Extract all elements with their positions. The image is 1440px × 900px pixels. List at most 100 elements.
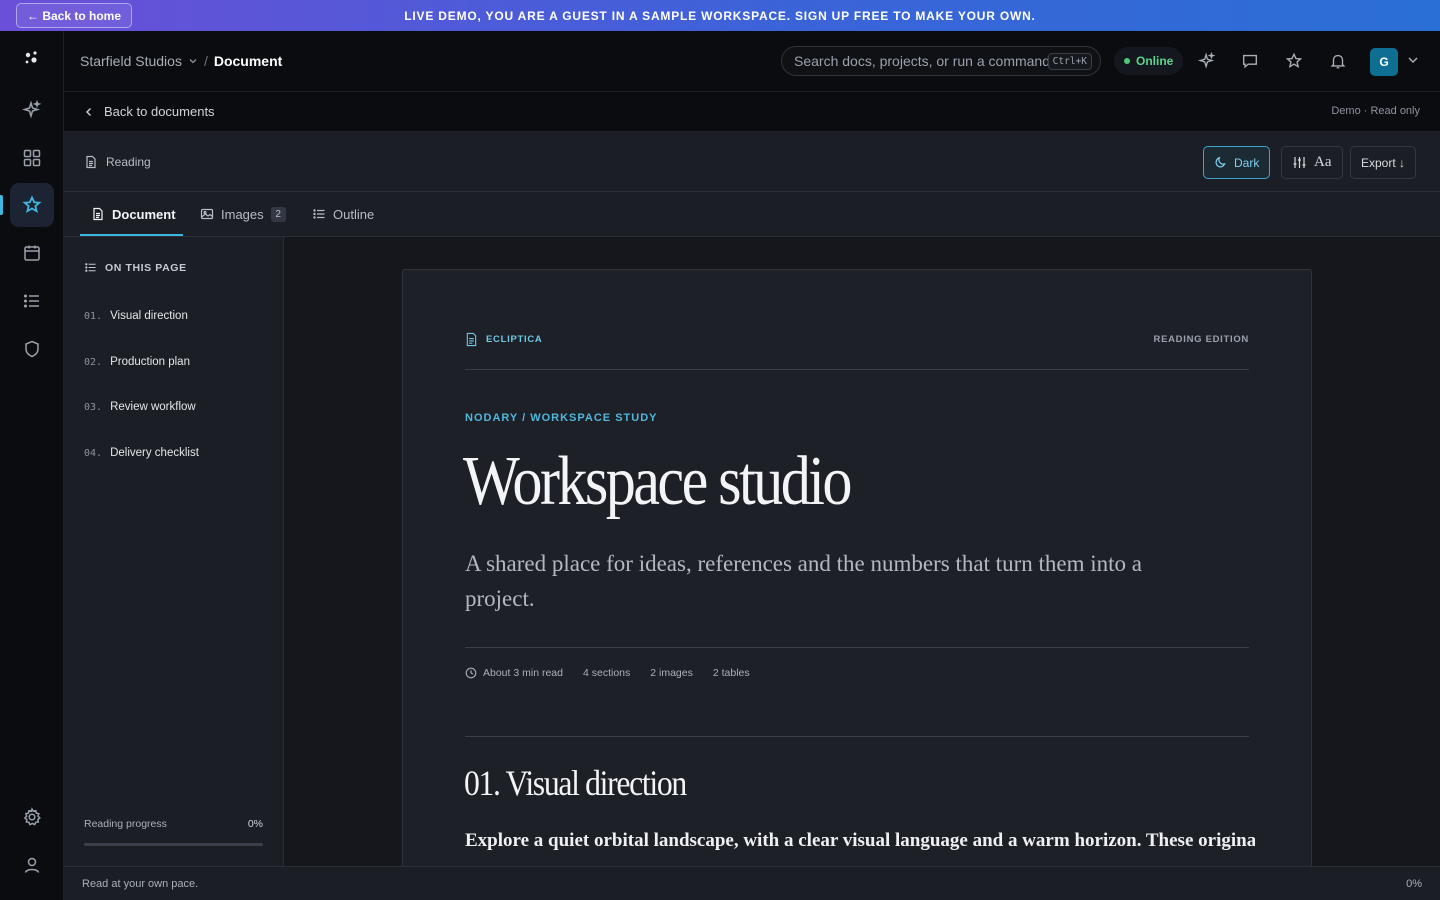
outline-item-label: Review workflow bbox=[110, 401, 196, 413]
sliders-icon bbox=[1293, 157, 1306, 168]
tab-document[interactable]: Document bbox=[91, 192, 176, 236]
tab-document-label: Document bbox=[112, 206, 176, 222]
search-input[interactable]: Search docs, projects, or run a command … bbox=[781, 46, 1101, 76]
document-lede: A shared place for ideas, references and… bbox=[465, 551, 1142, 611]
settings-gear-icon[interactable] bbox=[10, 795, 54, 839]
images-count-badge: 2 bbox=[270, 206, 286, 222]
chevron-left-icon bbox=[86, 107, 91, 116]
status-footer: Read at your own pace. 0% bbox=[64, 866, 1440, 900]
breadcrumb-current-page: Document bbox=[213, 53, 283, 69]
active-tab-underline bbox=[80, 234, 183, 236]
outline-item-number: 03. bbox=[84, 402, 103, 413]
status-text: Online bbox=[1136, 54, 1174, 68]
ai-sparkle-icon[interactable] bbox=[1195, 49, 1219, 73]
read-time-text: About 3 min read bbox=[483, 667, 563, 679]
dark-theme-label: Dark bbox=[1234, 155, 1260, 170]
outline-item-number: 01. bbox=[84, 311, 103, 322]
comment-icon[interactable] bbox=[1238, 49, 1262, 73]
breadcrumb-workspace[interactable]: Starfield Studios bbox=[80, 53, 182, 69]
reading-progress-label: Reading progress bbox=[84, 818, 167, 830]
images-count: 2 images bbox=[650, 667, 693, 679]
online-dot-icon bbox=[1124, 58, 1130, 64]
divider bbox=[465, 647, 1249, 648]
outline-item[interactable]: 03. Review workflow bbox=[84, 401, 196, 413]
clock-icon bbox=[465, 667, 477, 679]
tab-outline-label: Outline bbox=[333, 206, 375, 222]
dark-theme-button[interactable]: Dark bbox=[1203, 146, 1271, 179]
back-to-documents-link[interactable]: Back to documents bbox=[84, 92, 215, 131]
document-icon bbox=[93, 207, 103, 221]
export-button[interactable]: Export ↓ bbox=[1350, 146, 1417, 179]
app-rail bbox=[0, 31, 64, 900]
breadcrumb-separator: / bbox=[203, 53, 208, 69]
list-icon[interactable] bbox=[10, 279, 54, 323]
reading-edition-label: READING EDITION bbox=[1153, 334, 1249, 345]
document-icon bbox=[86, 155, 96, 169]
demo-banner: ← Back to home LIVE DEMO, YOU ARE A GUES… bbox=[0, 0, 1440, 31]
bell-icon[interactable] bbox=[1326, 49, 1350, 73]
outline-item[interactable]: 02. Production plan bbox=[84, 356, 190, 368]
user-profile-icon[interactable] bbox=[10, 843, 54, 887]
sparkle-icon[interactable] bbox=[10, 88, 54, 132]
rail-active-indicator bbox=[0, 195, 3, 215]
typography-label: Aa bbox=[1314, 154, 1332, 170]
document-meta: About 3 min read 4 sections 2 images 2 t… bbox=[465, 667, 750, 679]
document-page: ECLIPTICA READING EDITION NODARY / WORKS… bbox=[402, 269, 1312, 866]
grid-icon[interactable] bbox=[10, 136, 54, 180]
sections-count: 4 sections bbox=[582, 667, 631, 679]
reading-progress-value: 0% bbox=[247, 818, 263, 830]
reader-toolbar: Reading Dark Aa Export ↓ bbox=[64, 132, 1440, 192]
read-time: About 3 min read bbox=[465, 667, 563, 679]
app-logo-icon[interactable] bbox=[10, 36, 54, 80]
demo-banner-text: LIVE DEMO, YOU ARE A GUEST IN A SAMPLE W… bbox=[404, 8, 1036, 23]
outline-item-label: Delivery checklist bbox=[110, 447, 199, 459]
outline-item[interactable]: 01. Visual direction bbox=[84, 310, 188, 322]
document-brand-label: ECLIPTICA bbox=[486, 334, 543, 345]
document-kicker: NODARY / WORKSPACE STUDY bbox=[465, 412, 658, 424]
outline-item-label: Visual direction bbox=[110, 310, 188, 322]
status-badge: Online bbox=[1114, 47, 1184, 75]
chevron-down-icon[interactable] bbox=[188, 56, 198, 66]
account-chevron-down-icon[interactable] bbox=[1406, 53, 1420, 67]
calendar-icon[interactable] bbox=[10, 231, 54, 275]
tab-images[interactable]: Images 2 bbox=[200, 192, 286, 236]
divider bbox=[465, 736, 1249, 737]
on-this-page-sidebar: ON THIS PAGE 01. Visual direction 02. Pr… bbox=[64, 237, 284, 866]
divider bbox=[465, 369, 1249, 370]
list-icon bbox=[85, 263, 96, 272]
search-placeholder: Search docs, projects, or run a command bbox=[794, 53, 1051, 69]
top-bar: Starfield Studios / Document Search docs… bbox=[64, 31, 1440, 92]
typography-button[interactable]: Aa bbox=[1281, 146, 1343, 179]
document-canvas: ECLIPTICA READING EDITION NODARY / WORKS… bbox=[284, 237, 1440, 866]
reading-mode-label: Reading bbox=[84, 132, 151, 192]
avatar[interactable]: G bbox=[1370, 48, 1398, 76]
document-icon bbox=[466, 332, 477, 347]
export-label: Export ↓ bbox=[1361, 155, 1406, 170]
search-shortcut-badge: Ctrl+K bbox=[1047, 53, 1092, 70]
outline-item-label: Production plan bbox=[110, 356, 190, 368]
read-only-note: Demo · Read only bbox=[1331, 105, 1420, 117]
on-this-page-label: ON THIS PAGE bbox=[105, 261, 187, 274]
section-paragraph: Explore a quiet orbital landscape, with … bbox=[465, 830, 1255, 851]
breadcrumb: Starfield Studios / Document bbox=[80, 31, 282, 91]
section-heading: 01. Visual direction bbox=[464, 763, 687, 803]
document-brand: ECLIPTICA bbox=[465, 332, 542, 347]
outline-item-number: 04. bbox=[84, 448, 103, 459]
tab-outline[interactable]: Outline bbox=[312, 192, 374, 236]
list-icon bbox=[313, 209, 325, 219]
back-to-home-button[interactable]: ← Back to home bbox=[16, 3, 133, 28]
on-this-page-heading: ON THIS PAGE bbox=[84, 261, 187, 274]
document-title: Workspace studio bbox=[463, 443, 852, 520]
footer-progress: 0% bbox=[1406, 878, 1422, 890]
image-icon bbox=[200, 208, 214, 220]
documents-icon[interactable] bbox=[10, 183, 54, 227]
back-to-documents-label: Back to documents bbox=[104, 104, 215, 119]
outline-item[interactable]: 04. Delivery checklist bbox=[84, 447, 199, 459]
reading-progress-bar bbox=[84, 843, 263, 846]
star-icon[interactable] bbox=[1282, 49, 1306, 73]
footer-message: Read at your own pace. bbox=[82, 878, 199, 890]
document-subbar: Back to documents Demo · Read only bbox=[64, 92, 1440, 132]
document-tabs: Document Images 2 Outline bbox=[64, 192, 1440, 237]
shield-icon[interactable] bbox=[10, 327, 54, 371]
tables-count: 2 tables bbox=[712, 667, 750, 679]
